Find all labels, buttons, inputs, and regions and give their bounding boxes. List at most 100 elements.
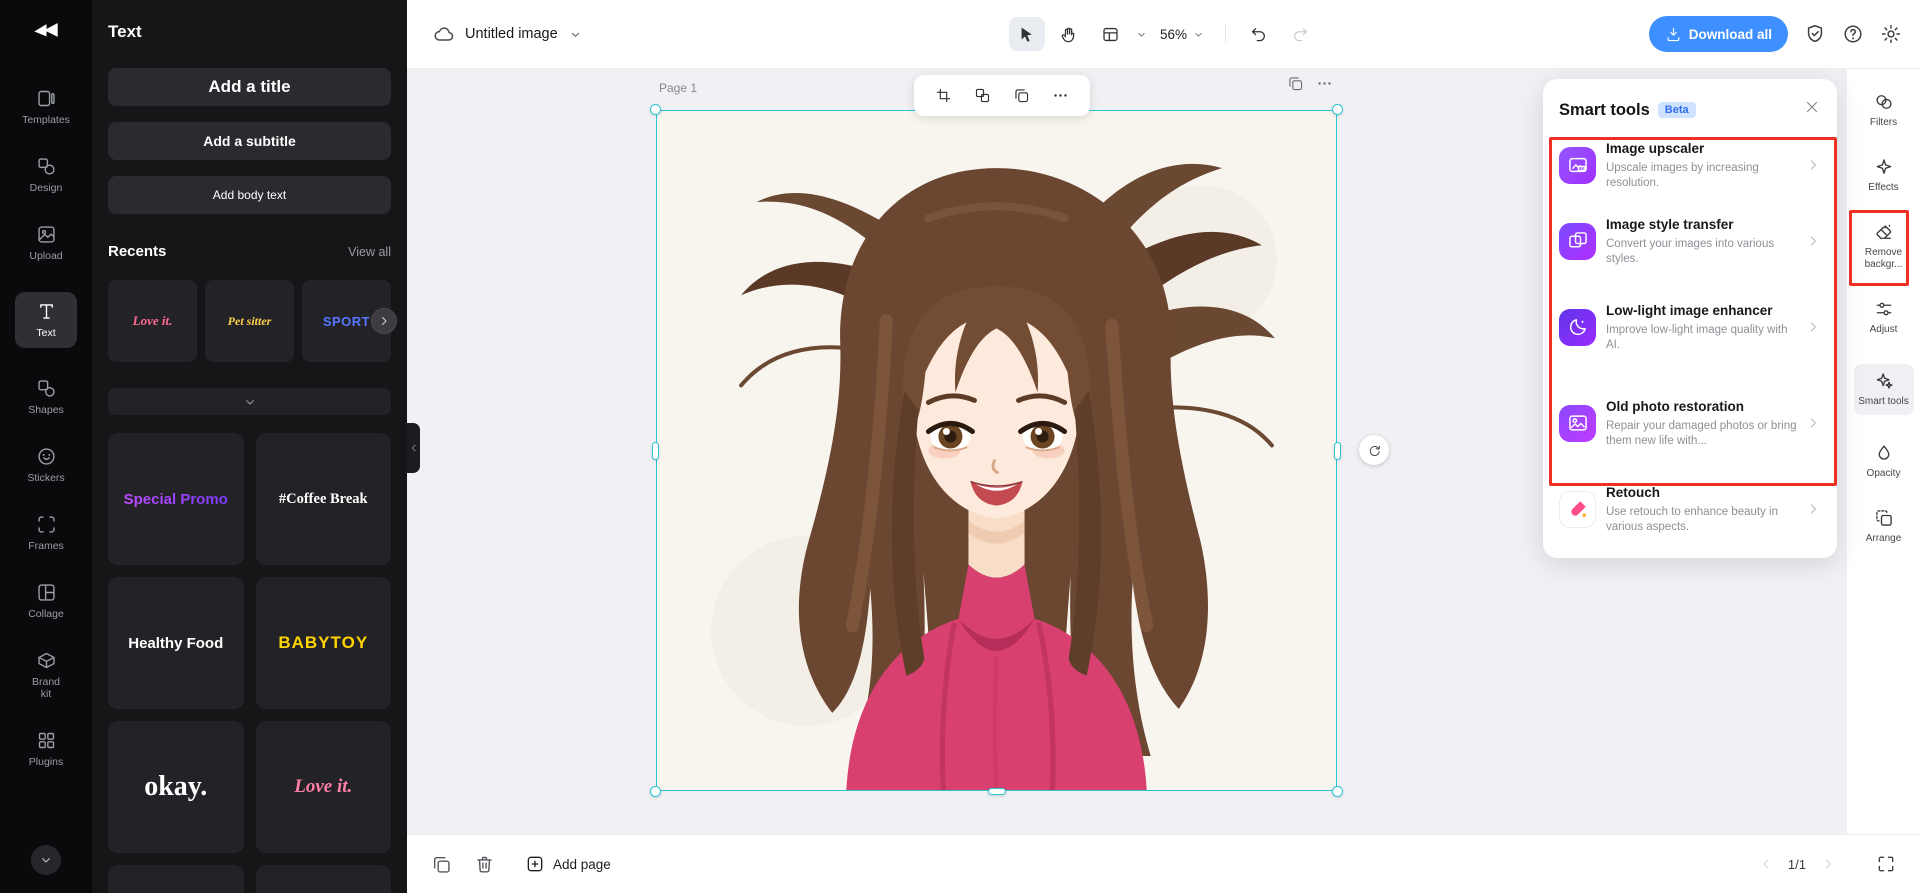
hand-tool-button[interactable] (1051, 17, 1087, 51)
replace-button[interactable] (966, 81, 1000, 111)
tool-image-upscaler[interactable]: 4K Image upscaler Upscale images by incr… (1559, 133, 1821, 197)
resize-handle-top-left[interactable] (650, 104, 661, 115)
close-icon[interactable] (1803, 98, 1821, 116)
text-style-thumb[interactable]: Special Promo (108, 433, 244, 565)
resize-handle-right[interactable] (1334, 441, 1341, 460)
sidebar-item-templates[interactable]: Templates (10, 88, 82, 126)
thumb-text: #Coffee Break (278, 490, 368, 507)
text-style-thumb[interactable]: Love it. (255, 721, 391, 853)
tool-desc: Use retouch to enhance beauty in various… (1606, 505, 1778, 533)
project-title[interactable]: Untitled image (465, 26, 558, 42)
settings-gear-icon[interactable] (1880, 23, 1902, 45)
recents-title: Recents (108, 243, 167, 260)
resize-handle-bottom-left[interactable] (650, 786, 661, 797)
fullscreen-icon[interactable] (1876, 854, 1896, 874)
rs-label: Opacity (1866, 468, 1901, 479)
recent-template-thumb[interactable]: Love it. (108, 280, 197, 362)
text-style-thumb[interactable]: okay. (108, 721, 244, 853)
panel-collapse-handle[interactable] (407, 423, 420, 473)
chevron-down-icon[interactable] (568, 27, 583, 42)
nav-label: Stickers (27, 472, 65, 484)
recents-scroll-right-button[interactable] (371, 308, 397, 334)
sidebar-item-filters[interactable]: Filters (1854, 92, 1914, 129)
page-more-icon[interactable] (1316, 75, 1333, 92)
recents-collapse-button[interactable] (108, 388, 391, 415)
recent-template-thumb[interactable]: Pet sitter (205, 280, 294, 362)
chevron-down-icon (242, 394, 258, 410)
resize-handle-bottom[interactable] (987, 788, 1006, 795)
chevron-down-icon[interactable] (1135, 28, 1148, 41)
panel-title: Text (108, 22, 142, 41)
rotate-handle[interactable] (1359, 435, 1389, 465)
thumb-text: BABYTOY (278, 633, 369, 652)
add-title-button[interactable]: Add a title (108, 68, 391, 106)
crop-button[interactable] (927, 81, 961, 111)
more-options-button[interactable] (1044, 81, 1078, 111)
add-page-button[interactable]: Add page (525, 854, 611, 874)
select-tool-button[interactable] (1008, 17, 1045, 51)
sidebar-item-shapes[interactable]: Shapes (10, 378, 82, 416)
duplicate-page-icon[interactable] (1287, 75, 1304, 92)
text-style-thumb[interactable]: BABYTOY (255, 577, 391, 709)
view-all-link[interactable]: View all (348, 245, 391, 259)
delete-page-icon[interactable] (474, 854, 495, 875)
resize-handle-bottom-right[interactable] (1332, 786, 1343, 797)
sidebar-item-adjust[interactable]: Adjust (1854, 299, 1914, 336)
resize-handle-top-right[interactable] (1332, 104, 1343, 115)
cloud-save-icon[interactable] (433, 23, 455, 45)
collapse-nav-button[interactable] (31, 845, 61, 875)
chevron-right-icon (377, 314, 391, 328)
crop-icon (935, 87, 952, 104)
sidebar-item-effects[interactable]: Effects (1854, 157, 1914, 194)
nav-label: Upload (29, 250, 63, 262)
previous-page-icon[interactable] (1758, 856, 1774, 872)
sidebar-item-stickers[interactable]: Stickers (10, 446, 82, 484)
help-icon[interactable] (1842, 23, 1864, 45)
tool-desc: Upscale images by increasing resolution. (1606, 161, 1759, 189)
thumb-text: okay. (144, 771, 208, 802)
tool-low-light-enhancer[interactable]: Low-light image enhancer Improve low-lig… (1559, 285, 1821, 369)
add-subtitle-button[interactable]: Add a subtitle (108, 122, 391, 160)
tool-old-photo-restoration[interactable]: Old photo restoration Repair your damage… (1559, 381, 1821, 465)
sidebar-item-design[interactable]: Design (10, 156, 82, 194)
top-bar-actions: Download all (1648, 16, 1902, 52)
sidebar-item-text[interactable]: Text (15, 292, 77, 348)
redo-button[interactable] (1282, 17, 1318, 51)
text-style-thumb[interactable]: #Coffee Break (255, 433, 391, 565)
sidebar-item-arrange[interactable]: Arrange (1854, 508, 1914, 545)
layout-tool-button[interactable] (1093, 17, 1129, 51)
sidebar-item-plugins[interactable]: Plugins (10, 730, 82, 768)
sidebar-item-remove-background[interactable]: Remove backgr... (1854, 222, 1914, 271)
sidebar-item-opacity[interactable]: Opacity (1854, 443, 1914, 480)
download-all-button[interactable]: Download all (1648, 16, 1788, 52)
selected-image-layer[interactable] (650, 104, 1343, 797)
undo-button[interactable] (1240, 17, 1276, 51)
app-logo-icon[interactable] (29, 14, 63, 44)
filters-icon (1874, 92, 1894, 112)
text-style-thumb-partial[interactable] (255, 865, 391, 893)
sidebar-item-brand-kit[interactable]: Brand kit (10, 650, 82, 700)
sidebar-item-collage[interactable]: Collage (10, 582, 82, 620)
nav-label: Templates (22, 114, 70, 126)
nav-label: Shapes (28, 404, 64, 416)
sidebar-item-frames[interactable]: Frames (10, 514, 82, 552)
resize-handle-left[interactable] (652, 441, 659, 460)
tool-texts: Low-light image enhancer Improve low-lig… (1606, 302, 1801, 353)
adjust-icon (1874, 299, 1894, 319)
text-style-thumb-partial[interactable] (108, 865, 244, 893)
chevron-right-icon (1805, 501, 1821, 517)
shield-check-icon[interactable] (1804, 23, 1826, 45)
text-style-thumb[interactable]: Healthy Food (108, 577, 244, 709)
sidebar-item-upload[interactable]: Upload (10, 224, 82, 262)
rs-label: Smart tools (1858, 396, 1909, 407)
duplicate-page-icon[interactable] (431, 854, 452, 875)
tool-image-style-transfer[interactable]: Image style transfer Convert your images… (1559, 209, 1821, 273)
sidebar-item-smart-tools[interactable]: Smart tools (1853, 364, 1914, 415)
project-info: Untitled image (433, 23, 583, 45)
zoom-control[interactable]: 56% (1154, 27, 1211, 42)
add-body-text-button[interactable]: Add body text (108, 176, 391, 214)
tool-retouch[interactable]: Retouch Use retouch to enhance beauty in… (1559, 477, 1821, 541)
next-page-icon[interactable] (1820, 856, 1836, 872)
duplicate-button[interactable] (1005, 81, 1039, 111)
smart-tools-header: Smart tools Beta (1559, 95, 1821, 125)
